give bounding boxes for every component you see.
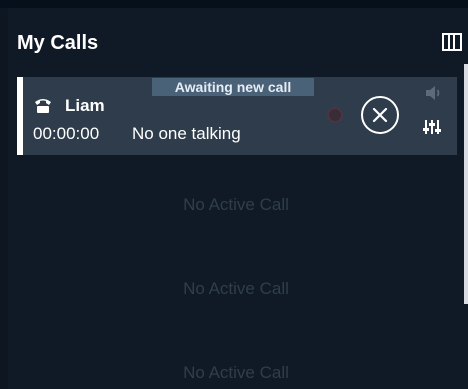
speaker-icon[interactable] — [425, 85, 443, 106]
empty-call-slot: No Active Call — [183, 195, 289, 214]
empty-call-slot: No Active Call — [183, 279, 289, 298]
empty-call-slot: No Active Call — [183, 363, 289, 382]
caller-name: Liam — [65, 96, 105, 115]
columns-icon — [442, 33, 462, 51]
mixer-icon[interactable] — [423, 119, 441, 140]
columns-settings-button[interactable] — [437, 27, 467, 57]
hangup-button[interactable] — [361, 96, 399, 134]
close-circle-icon — [372, 107, 388, 123]
talking-status: No one talking — [132, 124, 241, 143]
panel-scrollbar[interactable] — [464, 64, 468, 304]
call-card-accent — [17, 77, 23, 155]
page-title: My Calls — [17, 32, 99, 54]
call-duration: 00:00:00 — [33, 124, 100, 143]
record-dot-icon[interactable] — [327, 107, 343, 123]
call-status-badge: Awaiting new call — [152, 78, 314, 96]
top-border — [0, 0, 468, 8]
phone-icon — [33, 96, 53, 119]
